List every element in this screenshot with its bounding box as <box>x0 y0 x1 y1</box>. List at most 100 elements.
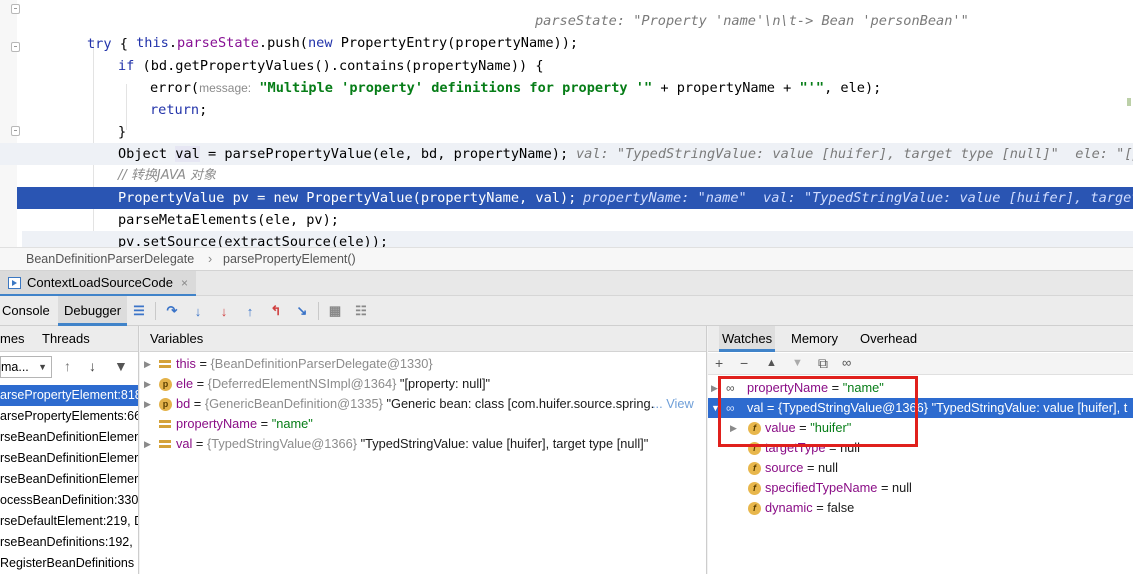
tab-overhead[interactable]: Overhead <box>857 326 920 352</box>
arrow-up-icon[interactable]: ↑ <box>64 358 71 374</box>
frame-row[interactable]: RegisterBeanDefinitions <box>0 553 138 574</box>
frame-row[interactable]: ocessBeanDefinition:330 <box>0 490 138 511</box>
breadcrumb-class[interactable]: BeanDefinitionParserDelegate <box>26 248 194 270</box>
breadcrumb-method[interactable]: parsePropertyElement() <box>223 248 356 270</box>
view-link[interactable]: ... View <box>652 394 694 414</box>
watch-child-row[interactable]: f source = null <box>708 458 1133 478</box>
watches-panel: Watches Memory Overhead + − ▲ ▼ ⧉ ∞ ▶ ∞ … <box>708 326 1133 574</box>
variable-icon <box>159 439 171 450</box>
trace-stream-icon[interactable]: ☷ <box>353 303 369 319</box>
debug-tool-window-header: ContextLoadSourceCode × <box>0 270 1133 297</box>
inline-debug-value: parseState: "Property 'name'\n\t-> Bean … <box>535 13 969 29</box>
expand-arrow-icon[interactable]: ▶ <box>144 434 151 454</box>
inline-debug-value: val: "TypedStringValue: value [huifer], … <box>576 146 1133 162</box>
code-line[interactable]: parseMetaElements(ele, pv); <box>0 209 1133 231</box>
filter-icon[interactable]: ▼ <box>114 358 128 374</box>
layout-menu-icon[interactable]: ☰ <box>131 303 147 319</box>
tab-threads[interactable]: Threads <box>42 331 90 346</box>
frame-row[interactable]: rseBeanDefinitionElement <box>0 427 138 448</box>
drop-frame-icon[interactable]: ↰ <box>268 303 284 319</box>
toolbar-separator <box>318 302 319 320</box>
watch-child-row[interactable]: f specifiedTypeName = null <box>708 478 1133 498</box>
keyword: if <box>118 58 135 74</box>
field-icon: f <box>748 422 761 435</box>
code-line[interactable]: return; <box>0 99 1133 121</box>
evaluate-expression-icon[interactable]: ▦ <box>327 303 343 319</box>
tab-watches[interactable]: Watches <box>719 326 776 352</box>
watch-icon: ∞ <box>726 401 735 415</box>
code-line[interactable]: error(message: "Multiple 'property' defi… <box>0 77 1133 106</box>
step-into-icon[interactable]: ↓ <box>216 303 232 319</box>
code-line[interactable]: try { <box>0 33 1133 55</box>
watches-toolbar: + − ▲ ▼ ⧉ ∞ <box>708 353 1133 375</box>
step-out-icon[interactable]: ↑ <box>242 303 258 319</box>
code-line[interactable]: if (bd.getPropertyValues().contains(prop… <box>0 55 1133 77</box>
variables-panel: Variables ▶ this = {BeanDefinitionParser… <box>140 326 707 574</box>
remove-icon[interactable]: − <box>740 355 748 371</box>
copy-icon[interactable]: ⧉ <box>818 355 828 372</box>
frame-row[interactable]: rseDefaultElement:219, D <box>0 511 138 532</box>
tab-debugger[interactable]: Debugger <box>58 296 128 326</box>
keyword: return <box>150 102 200 118</box>
watch-child-row[interactable]: f targetType = null <box>708 438 1133 458</box>
field-icon: f <box>748 482 761 495</box>
step-over-icon[interactable]: ↓ <box>190 303 206 319</box>
expand-arrow-icon[interactable]: ▶ <box>730 418 737 438</box>
code-line[interactable]: } <box>0 121 1133 143</box>
tab-console[interactable]: Console <box>0 296 52 326</box>
run-to-cursor-icon[interactable]: ↘ <box>294 303 310 319</box>
code-line[interactable]: // 转换JAVA 对象 <box>0 165 1133 187</box>
glasses-icon[interactable]: ∞ <box>842 355 851 370</box>
code-line[interactable]: pv.setSource(extractSource(ele)); <box>22 231 1133 247</box>
toolbar-separator <box>155 302 156 320</box>
variables-header: Variables <box>140 326 706 352</box>
variable-usage-highlight: val <box>175 146 200 162</box>
move-down-icon[interactable]: ▼ <box>792 357 803 369</box>
code-line-highlighted[interactable]: Object val = parsePropertyValue(ele, bd,… <box>0 143 1133 165</box>
frame-row[interactable]: rseBeanDefinitions:192, <box>0 532 138 553</box>
tab-memory[interactable]: Memory <box>788 326 841 352</box>
expand-arrow-icon[interactable]: ▶ <box>144 354 151 374</box>
expand-arrow-icon[interactable]: ▶ <box>711 378 718 398</box>
expand-arrow-icon[interactable]: ▶ <box>144 374 151 394</box>
execution-point-line[interactable]: PropertyValue pv = new PropertyValue(pro… <box>17 187 1133 209</box>
move-up-icon[interactable]: ▲ <box>766 357 777 369</box>
chevron-down-icon: ▼ <box>38 362 47 372</box>
run-configuration-tab[interactable]: ContextLoadSourceCode × <box>0 271 197 297</box>
watch-icon: ∞ <box>726 381 735 395</box>
parameter-icon: p <box>159 378 172 391</box>
expand-arrow-icon[interactable]: ▶ <box>144 394 151 414</box>
watch-row[interactable]: ▶ ∞ propertyName = "name" <box>708 378 1133 398</box>
collapse-arrow-icon[interactable]: ▼ <box>711 398 720 418</box>
variable-row[interactable]: propertyName = "name" <box>140 414 706 434</box>
inline-debug-value: propertyName: "name" val: "TypedStringVa… <box>583 190 1133 206</box>
field-icon: f <box>748 462 761 475</box>
variable-row[interactable]: ▶ val = {TypedStringValue@1366} "TypedSt… <box>140 434 706 454</box>
close-icon[interactable]: × <box>181 276 188 290</box>
thread-selector[interactable]: ma... ▼ <box>0 356 52 378</box>
code-line[interactable]: this.parseState.push(new PropertyEntry(p… <box>0 10 1133 51</box>
add-icon[interactable]: + <box>715 355 723 371</box>
frames-header: mes Threads <box>0 326 138 352</box>
variable-row[interactable]: ▶ this = {BeanDefinitionParserDelegate@1… <box>140 354 706 374</box>
code-editor[interactable]: this.parseState.push(new PropertyEntry(p… <box>0 0 1133 247</box>
tab-frames[interactable]: mes <box>0 331 25 346</box>
frames-panel: mes Threads ma... ▼ ↑ ↓ ▼ arsePropertyEl… <box>0 326 139 574</box>
watch-child-row[interactable]: f dynamic = false <box>708 498 1133 518</box>
watch-child-row[interactable]: ▶ f value = "huifer" <box>708 418 1133 438</box>
frame-row[interactable]: rseBeanDefinitionElemer <box>0 448 138 469</box>
field-icon: f <box>748 442 761 455</box>
frame-row[interactable]: rseBeanDefinitionElemer <box>0 469 138 490</box>
watch-row-selected[interactable]: ▼ ∞ val = {TypedStringValue@1366} "Typed… <box>708 398 1133 418</box>
arrow-down-icon[interactable]: ↓ <box>89 358 96 374</box>
code-comment: // 转换JAVA 对象 <box>118 168 217 183</box>
show-execution-point-icon[interactable]: ↷ <box>164 303 180 319</box>
breadcrumb: BeanDefinitionParserDelegate › parseProp… <box>0 247 1133 270</box>
variable-row[interactable]: ▶ p bd = {GenericBeanDefinition@1335} "G… <box>140 394 706 414</box>
parameter-icon: p <box>159 398 172 411</box>
frame-row[interactable]: arsePropertyElements:662 <box>0 406 138 427</box>
frame-row[interactable]: arsePropertyElement:818 <box>0 385 138 406</box>
keyword: try <box>87 36 112 52</box>
variable-row[interactable]: ▶ p ele = {DeferredElementNSImpl@1364} "… <box>140 374 706 394</box>
parameter-hint: message: <box>199 81 252 95</box>
